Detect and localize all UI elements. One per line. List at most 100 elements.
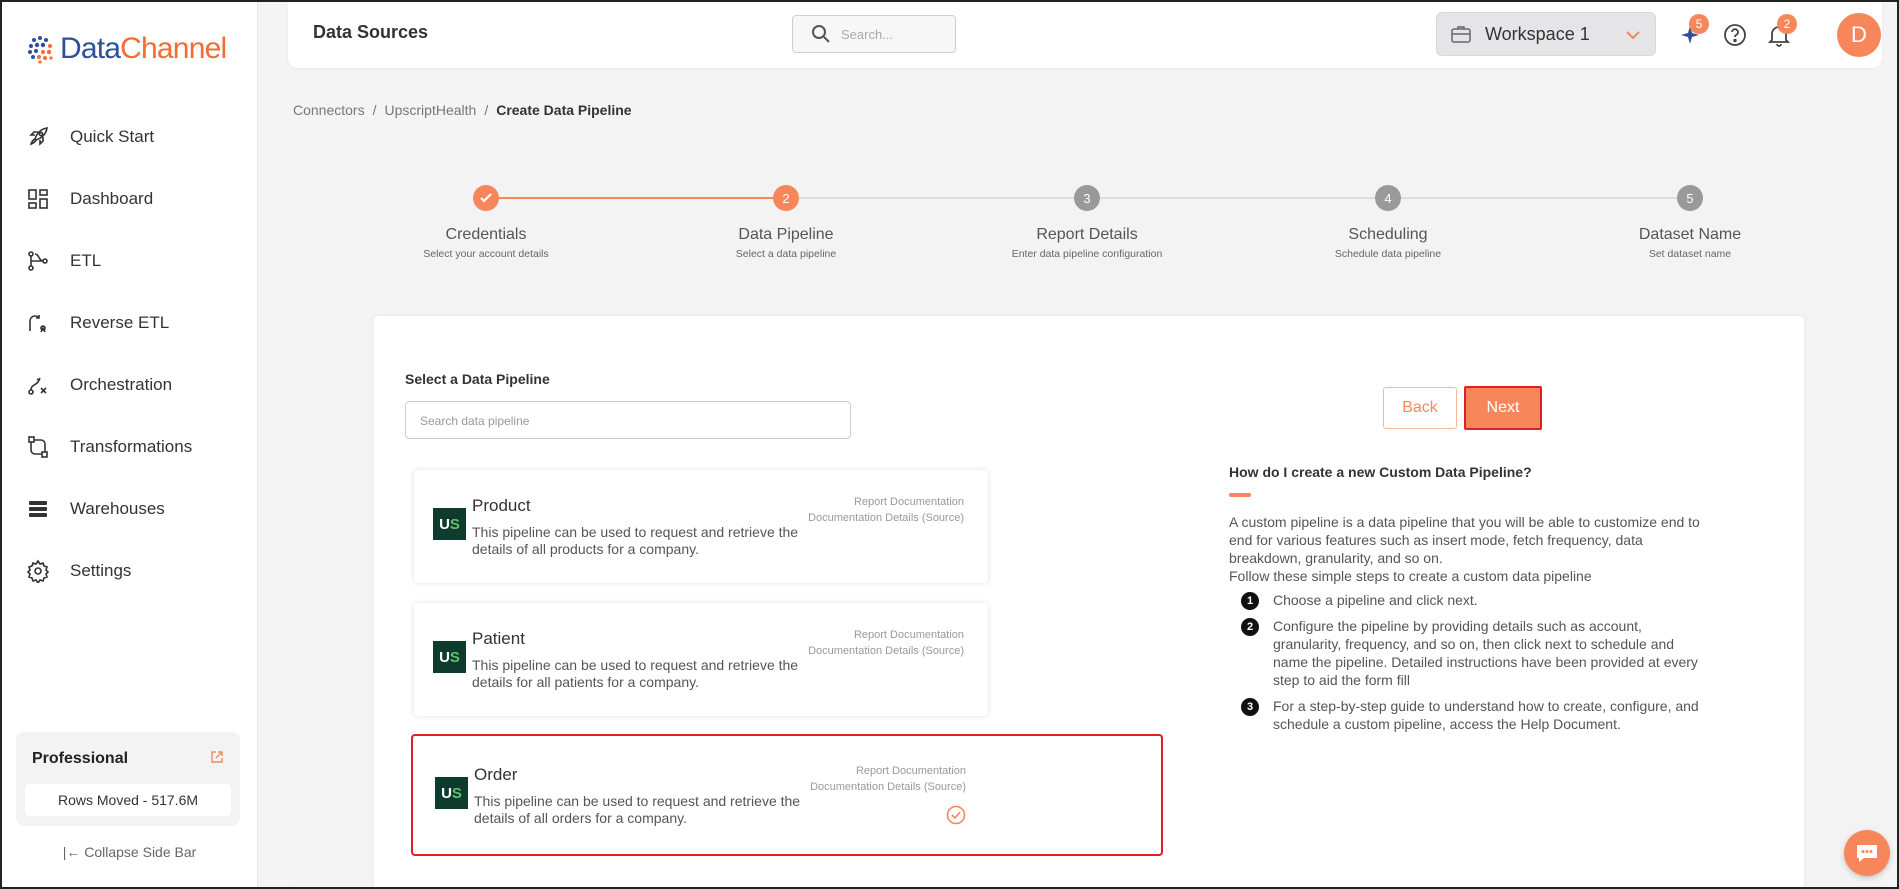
sidebar-item-dashboard[interactable]: Dashboard bbox=[2, 168, 257, 230]
pipeline-option-order[interactable]: US Order This pipeline can be used to re… bbox=[411, 734, 1163, 856]
step-connector-pending bbox=[786, 197, 1690, 199]
upscript-logo: US bbox=[433, 508, 466, 540]
page-title: Data Sources bbox=[313, 22, 429, 42]
sidebar-item-etl[interactable]: ETL bbox=[2, 230, 257, 292]
sidebar-item-label: Warehouses bbox=[70, 499, 165, 518]
step-subtitle: Select a data pipeline bbox=[735, 248, 837, 260]
dashboard-icon bbox=[24, 185, 52, 213]
breadcrumb-separator: / bbox=[484, 102, 489, 118]
breadcrumb-connectors[interactable]: Connectors bbox=[293, 102, 365, 118]
help-button[interactable] bbox=[1722, 22, 1748, 48]
sidebar-item-label: Transformations bbox=[70, 437, 193, 456]
sidebar-item-transformations[interactable]: Transformations bbox=[2, 416, 257, 478]
search-input[interactable]: Search... bbox=[792, 15, 956, 53]
documentation-details-link[interactable]: Documentation Details (Source) bbox=[808, 643, 964, 659]
step-subtitle: Schedule data pipeline bbox=[1334, 248, 1442, 260]
help-icon bbox=[1724, 24, 1746, 46]
step-subtitle: Enter data pipeline configuration bbox=[1011, 248, 1163, 260]
step-number: 3 bbox=[1074, 185, 1100, 211]
step-credentials: Credentials Select your account details bbox=[366, 182, 606, 260]
documentation-details-link[interactable]: Documentation Details (Source) bbox=[808, 510, 964, 526]
step-number-badge: 2 bbox=[1241, 618, 1259, 636]
sidebar-item-label: Reverse ETL bbox=[70, 313, 170, 332]
step-number-badge: 3 bbox=[1241, 698, 1259, 716]
next-button[interactable]: Next bbox=[1464, 386, 1542, 430]
help-intro: A custom pipeline is a data pipeline tha… bbox=[1229, 513, 1709, 585]
documentation-details-link[interactable]: Documentation Details (Source) bbox=[810, 779, 966, 795]
help-intro-text: A custom pipeline is a data pipeline tha… bbox=[1229, 514, 1700, 566]
step-subtitle: Set dataset name bbox=[1648, 248, 1732, 260]
workspace-label: Workspace 1 bbox=[1485, 23, 1590, 44]
logo[interactable]: DataChannel bbox=[24, 32, 227, 66]
workspace-select[interactable]: Workspace 1 bbox=[1436, 12, 1656, 56]
reverse-etl-icon bbox=[24, 309, 52, 337]
step-number: 2 bbox=[773, 185, 799, 211]
step-title: Credentials bbox=[445, 226, 527, 243]
help-step: 2 Configure the pipeline by providing det… bbox=[1229, 617, 1709, 689]
logo-letter: U bbox=[439, 648, 450, 666]
sidebar-item-label: Dashboard bbox=[70, 189, 154, 208]
logo-text: DataChannel bbox=[60, 32, 227, 66]
help-title: How do I create a new Custom Data Pipeli… bbox=[1229, 464, 1532, 480]
chat-button[interactable] bbox=[1844, 830, 1890, 876]
step-number: 4 bbox=[1375, 185, 1401, 211]
sidebar-item-quick-start[interactable]: Quick Start bbox=[2, 106, 257, 168]
pipeline-title: Product bbox=[472, 496, 531, 515]
sidebar-item-orchestration[interactable]: Orchestration bbox=[2, 354, 257, 416]
breadcrumb: Connectors / UpscriptHealth / Create Dat… bbox=[293, 102, 632, 118]
pipeline-option-order-inner: US Order This pipeline can be used to re… bbox=[416, 739, 990, 851]
plan-title: Professional bbox=[32, 750, 129, 767]
step-data-pipeline: 2 Data Pipeline Select a data pipeline bbox=[666, 182, 906, 260]
external-link-icon[interactable] bbox=[210, 750, 224, 764]
logo-letter: S bbox=[449, 648, 460, 666]
step-dataset-name: 5 Dataset Name Set dataset name bbox=[1570, 182, 1810, 260]
step-title: Scheduling bbox=[1348, 226, 1428, 243]
logo-text-channel: Channel bbox=[120, 32, 227, 65]
notifications-badge: 2 bbox=[1777, 14, 1797, 34]
rows-moved: Rows Moved - 517.6M bbox=[25, 784, 231, 816]
search-icon bbox=[812, 25, 830, 43]
pipeline-title: Order bbox=[474, 765, 518, 784]
help-step-text: Configure the pipeline by providing deta… bbox=[1273, 618, 1698, 688]
pipeline-links: Report Documentation Documentation Detai… bbox=[808, 627, 964, 659]
orchestration-icon bbox=[24, 371, 52, 399]
logo-letter: S bbox=[449, 515, 460, 533]
report-documentation-link[interactable]: Report Documentation bbox=[810, 763, 966, 779]
logo-letter: U bbox=[439, 515, 450, 533]
step-check-icon bbox=[473, 185, 499, 211]
help-accent-bar bbox=[1229, 493, 1251, 497]
sidebar-item-label: ETL bbox=[70, 251, 102, 270]
breadcrumb-upscripthealth[interactable]: UpscriptHealth bbox=[384, 102, 476, 118]
report-documentation-link[interactable]: Report Documentation bbox=[808, 494, 964, 510]
avatar[interactable]: D bbox=[1837, 13, 1881, 57]
help-step-text: For a step-by-step guide to understand h… bbox=[1273, 698, 1699, 732]
transformations-icon bbox=[24, 433, 52, 461]
logo-letter: U bbox=[441, 784, 452, 802]
pipeline-option-product[interactable]: US Product This pipeline can be used to … bbox=[414, 470, 988, 583]
sidebar-item-label: Quick Start bbox=[70, 127, 155, 146]
top-header: Data Sources Search... Workspace 1 5 2 D bbox=[288, 2, 1882, 68]
sidebar-item-reverse-etl[interactable]: Reverse ETL bbox=[2, 292, 257, 354]
etl-icon bbox=[24, 247, 52, 275]
logo-text-data: Data bbox=[60, 32, 121, 65]
sidebar-item-warehouses[interactable]: Warehouses bbox=[2, 478, 257, 540]
report-documentation-link[interactable]: Report Documentation bbox=[808, 627, 964, 643]
sidebar: DataChannel Quick Start Dashboard ETL Re… bbox=[2, 2, 258, 887]
step-title: Report Details bbox=[1036, 226, 1138, 243]
back-button[interactable]: Back bbox=[1383, 387, 1457, 429]
breadcrumb-separator: / bbox=[372, 102, 377, 118]
sidebar-item-label: Orchestration bbox=[70, 375, 173, 394]
help-steps: 1 Choose a pipeline and click next. 2 Conf… bbox=[1229, 591, 1709, 733]
step-number: 5 bbox=[1677, 185, 1703, 211]
pipeline-title: Patient bbox=[472, 629, 525, 648]
help-step: 3 For a step-by-step guide to understand … bbox=[1229, 697, 1709, 733]
gear-icon bbox=[24, 557, 52, 585]
sidebar-item-settings[interactable]: Settings bbox=[2, 540, 257, 602]
upscript-logo: US bbox=[435, 777, 468, 809]
pipeline-option-patient[interactable]: US Patient This pipeline can be used to … bbox=[414, 603, 988, 716]
collapse-sidebar-button[interactable]: |← Collapse Side Bar bbox=[2, 844, 257, 860]
step-title: Dataset Name bbox=[1638, 226, 1742, 243]
chevron-down-icon bbox=[1626, 31, 1640, 40]
pipeline-search-input[interactable]: Search data pipeline bbox=[405, 401, 851, 439]
help-panel: How do I create a new Custom Data Pipeli… bbox=[1229, 464, 1709, 741]
